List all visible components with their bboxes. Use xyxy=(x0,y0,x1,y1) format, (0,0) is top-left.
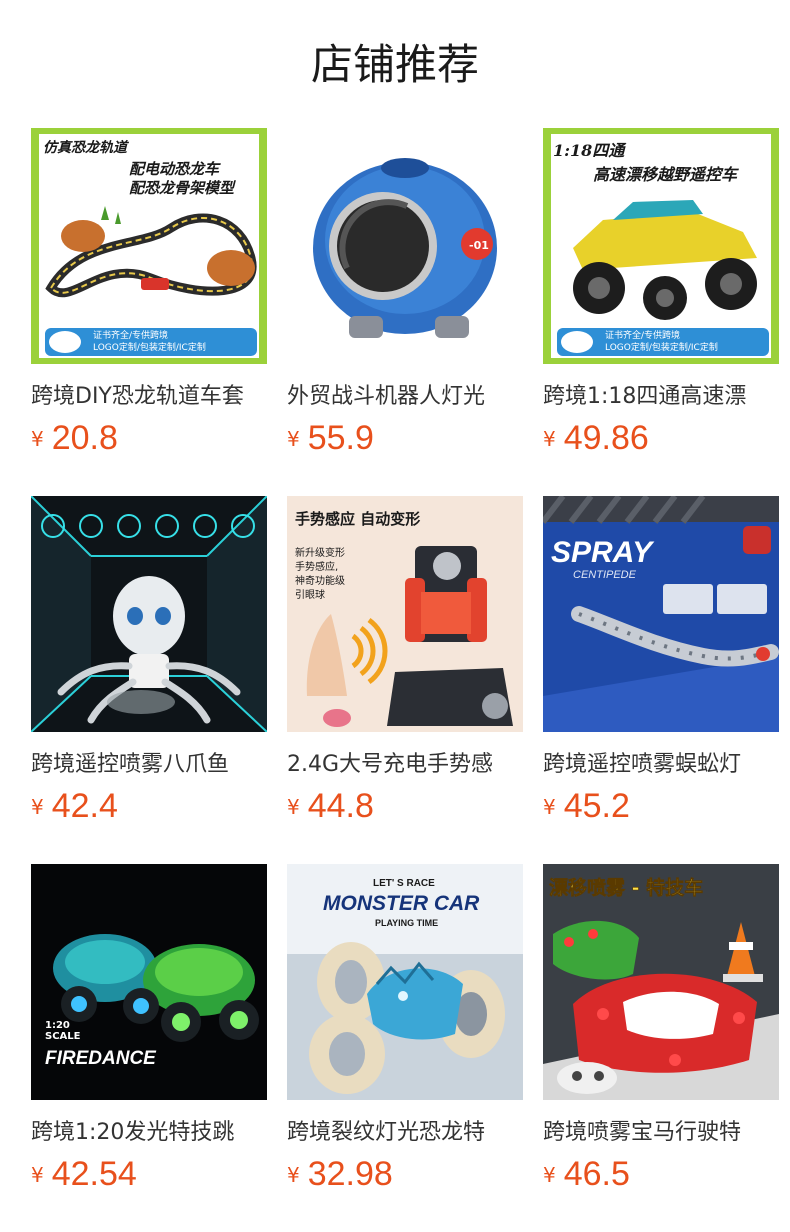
price-amount: 42.4 xyxy=(51,787,118,825)
product-price: ¥42.54 xyxy=(31,1154,137,1194)
product-name[interactable]: 跨境裂纹灯光恐龙特 xyxy=(287,1118,523,1148)
product-image[interactable]: 1:18四通 高速漂移越野遥控车 证书齐全/专供跨境 LOGO定制/包装定制/I… xyxy=(543,128,779,364)
svg-text:-01: -01 xyxy=(469,239,489,252)
price-amount: 46.5 xyxy=(563,1155,630,1193)
svg-text:SCALE: SCALE xyxy=(45,1031,81,1042)
svg-text:LET' S RACE: LET' S RACE xyxy=(373,878,435,889)
svg-text:手势感应,: 手势感应, xyxy=(295,560,338,573)
page-title: 店铺推荐 xyxy=(310,40,479,89)
price-amount: 20.8 xyxy=(51,419,118,457)
svg-text:漂移喷雾 - 特技车: 漂移喷雾 - 特技车 xyxy=(549,876,703,899)
currency-symbol: ¥ xyxy=(287,427,300,451)
price-amount: 45.2 xyxy=(563,787,630,825)
svg-text:1:18四通: 1:18四通 xyxy=(553,141,627,160)
currency-symbol: ¥ xyxy=(31,1163,44,1187)
svg-text:证书齐全/专供跨境: 证书齐全/专供跨境 xyxy=(93,329,168,341)
product-image[interactable]: 仿真恐龙轨道 配电动恐龙车 配恐龙骨架模型 证书齐全/专供跨境 LOGO定制/包… xyxy=(31,128,267,364)
product-image[interactable]: 手势感应 自动变形 新升级变形 手势感应, 神奇功能级 引眼球 xyxy=(287,496,523,732)
svg-text:FIREDANCE: FIREDANCE xyxy=(45,1048,157,1069)
currency-symbol: ¥ xyxy=(543,1163,556,1187)
svg-text:PLAYING TIME: PLAYING TIME xyxy=(375,918,438,928)
product-price: ¥32.98 xyxy=(287,1154,393,1194)
svg-text:仿真恐龙轨道: 仿真恐龙轨道 xyxy=(43,139,130,156)
product-price: ¥46.5 xyxy=(543,1154,630,1194)
currency-symbol: ¥ xyxy=(31,795,44,819)
product-image[interactable]: -01 xyxy=(287,128,523,364)
svg-text:新升级变形: 新升级变形 xyxy=(295,546,345,559)
product-name[interactable]: 2.4G大号充电手势感 xyxy=(287,750,523,780)
product-name[interactable]: 跨境DIY恐龙轨道车套 xyxy=(31,382,267,412)
product-name[interactable]: 跨境遥控喷雾八爪鱼 xyxy=(31,750,267,780)
product-image[interactable] xyxy=(31,496,267,732)
currency-symbol: ¥ xyxy=(287,1163,300,1187)
svg-text:引眼球: 引眼球 xyxy=(295,588,325,601)
product-image[interactable]: SPRAY CENTIPEDE xyxy=(543,496,779,732)
currency-symbol: ¥ xyxy=(31,427,44,451)
price-amount: 32.98 xyxy=(307,1155,393,1193)
currency-symbol: ¥ xyxy=(287,795,300,819)
svg-text:配恐龙骨架模型: 配恐龙骨架模型 xyxy=(129,179,236,197)
svg-text:配电动恐龙车: 配电动恐龙车 xyxy=(129,160,221,178)
svg-text:CENTIPEDE: CENTIPEDE xyxy=(573,569,637,581)
product-name[interactable]: 跨境1:20发光特技跳 xyxy=(31,1118,267,1148)
product-name[interactable]: 外贸战斗机器人灯光 xyxy=(287,382,523,412)
product-price: ¥42.4 xyxy=(31,786,118,826)
svg-text:手势感应 自动变形: 手势感应 自动变形 xyxy=(295,510,420,528)
product-price: ¥44.8 xyxy=(287,786,374,826)
price-amount: 49.86 xyxy=(563,419,649,457)
svg-text:LOGO定制/包装定制/IC定制: LOGO定制/包装定制/IC定制 xyxy=(605,341,718,353)
product-image[interactable]: 1:20 SCALE FIREDANCE xyxy=(31,864,267,1100)
svg-text:高速漂移越野遥控车: 高速漂移越野遥控车 xyxy=(593,165,739,184)
price-amount: 55.9 xyxy=(307,419,374,457)
svg-text:神奇功能级: 神奇功能级 xyxy=(295,574,345,587)
product-price: ¥45.2 xyxy=(543,786,630,826)
product-name[interactable]: 跨境喷雾宝马行驶特 xyxy=(543,1118,779,1148)
currency-symbol: ¥ xyxy=(543,795,556,819)
product-name[interactable]: 跨境1:18四通高速漂 xyxy=(543,382,779,412)
svg-text:1:20: 1:20 xyxy=(45,1020,70,1031)
currency-symbol: ¥ xyxy=(543,427,556,451)
product-price: ¥20.8 xyxy=(31,418,118,458)
svg-text:SPRAY: SPRAY xyxy=(551,536,655,569)
product-image[interactable]: 漂移喷雾 - 特技车 xyxy=(543,864,779,1100)
price-amount: 42.54 xyxy=(51,1155,137,1193)
svg-text:证书齐全/专供跨境: 证书齐全/专供跨境 xyxy=(605,329,680,341)
svg-text:LOGO定制/包装定制/IC定制: LOGO定制/包装定制/IC定制 xyxy=(93,341,206,353)
product-price: ¥49.86 xyxy=(543,418,649,458)
product-price: ¥55.9 xyxy=(287,418,374,458)
product-image[interactable]: LET' S RACE MONSTER CAR PLAYING TIME xyxy=(287,864,523,1100)
price-amount: 44.8 xyxy=(307,787,374,825)
product-name[interactable]: 跨境遥控喷雾蜈蚣灯 xyxy=(543,750,779,780)
svg-text:MONSTER CAR: MONSTER CAR xyxy=(323,892,480,915)
